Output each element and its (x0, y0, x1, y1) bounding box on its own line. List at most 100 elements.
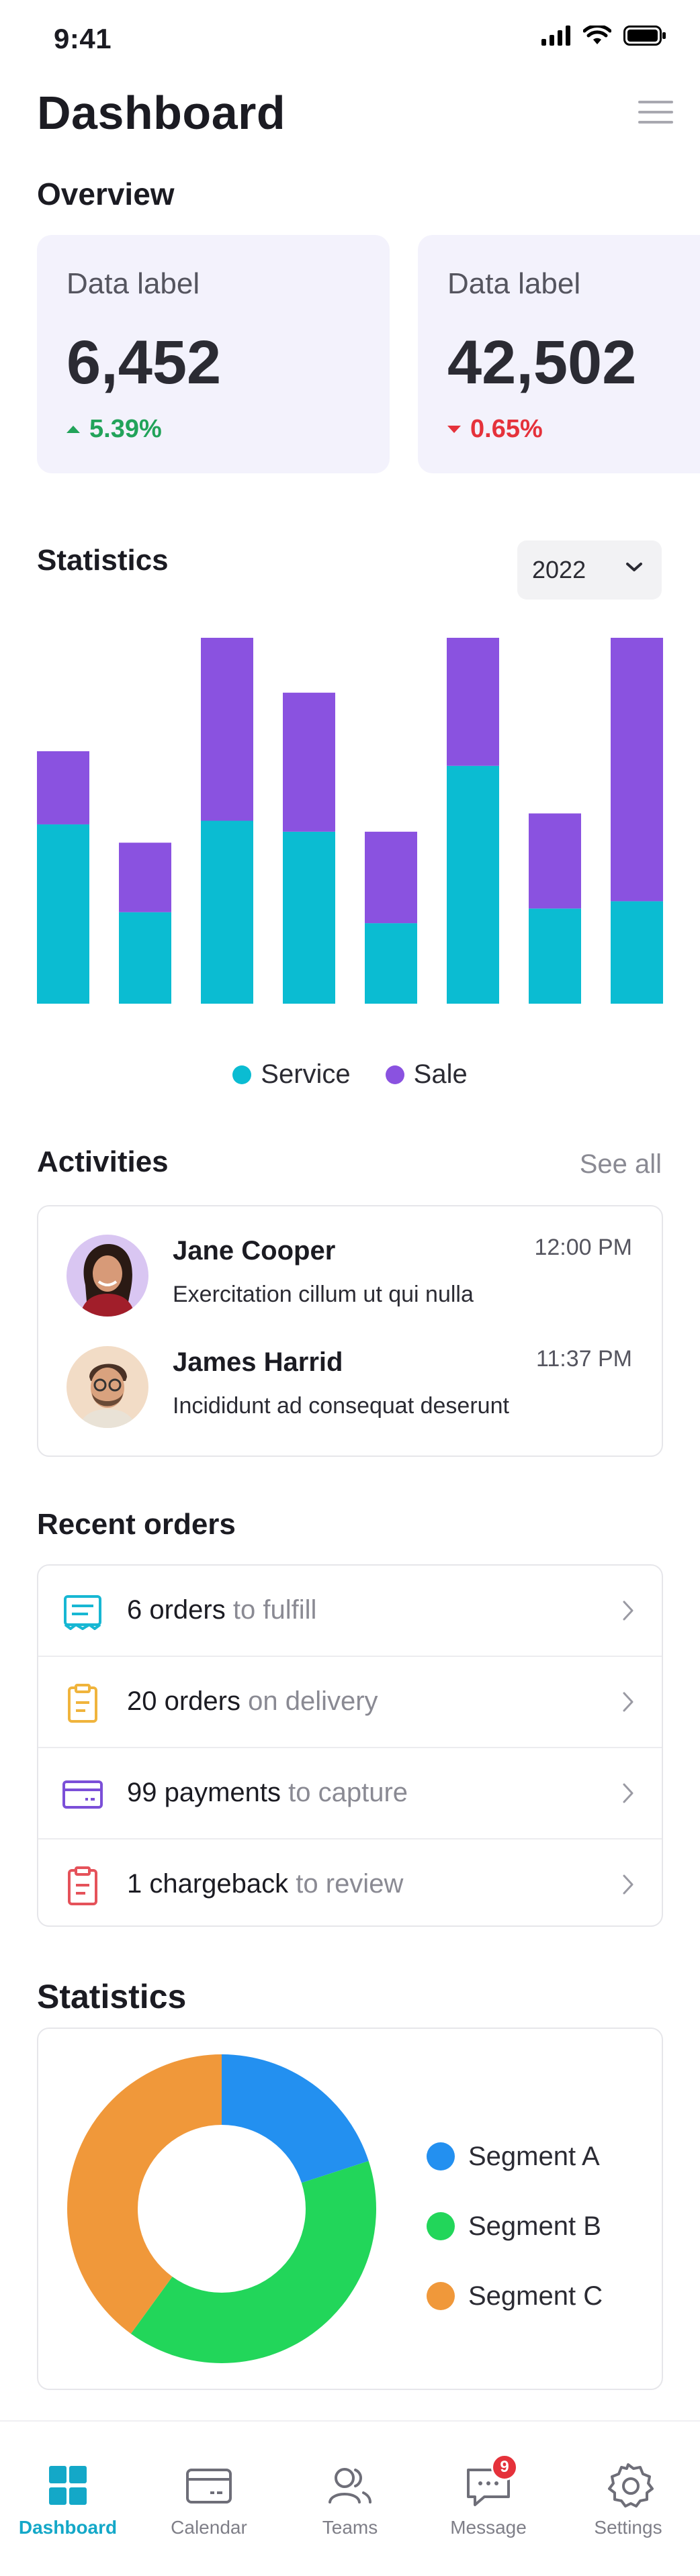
bar-service-7 (529, 908, 581, 1004)
stat-card[interactable]: Data label 42,502 0.65% (418, 235, 700, 473)
tab-message[interactable]: 9 Message (425, 2454, 552, 2538)
bar-sale-4 (283, 692, 335, 832)
bar-sale-5 (365, 831, 417, 924)
legend-label: Service (261, 1059, 351, 1089)
order-text: 99 payments to capture (127, 1778, 408, 1807)
bar-service-8 (611, 901, 663, 1004)
year-select-value: 2022 (532, 556, 586, 583)
chevron-right-icon (623, 1601, 633, 1621)
chevron-right-icon (623, 1874, 633, 1895)
legend-label: Sale (413, 1059, 468, 1089)
activities-title: Activities (37, 1145, 169, 1178)
see-all-link[interactable]: See all (580, 1149, 662, 1180)
menu-icon[interactable] (638, 101, 673, 128)
activity-text: Incididunt ad consequat deserunt (173, 1393, 509, 1419)
stat-card[interactable]: Data label 6,452 5.39% (37, 235, 390, 473)
tab-settings[interactable]: Settings (564, 2462, 692, 2538)
legend-item-sale: Sale (385, 1059, 468, 1090)
order-row-chargeback[interactable]: 1 chargeback to review (38, 1840, 662, 1931)
order-text: 1 chargeback to review (127, 1869, 404, 1899)
legend-dot (427, 2282, 455, 2310)
tab-label: Settings (594, 2517, 662, 2538)
chevron-right-icon (623, 1692, 633, 1712)
gear-icon (603, 2462, 654, 2509)
order-row-fulfill[interactable]: 6 orders to fulfill (38, 1566, 662, 1657)
order-text: 20 orders on delivery (127, 1686, 378, 1716)
activity-name: Jane Cooper (173, 1236, 336, 1266)
clipboard-icon (68, 1684, 97, 1723)
calendar-icon (183, 2462, 234, 2509)
avatar (67, 1346, 148, 1428)
activity-text: Exercitation cillum ut qui nulla (173, 1282, 474, 1307)
stat-delta-value: 5.39% (89, 415, 162, 443)
message-icon: 9 (463, 2454, 518, 2509)
year-select[interactable]: 2022 (517, 540, 662, 600)
stat-value: 6,452 (67, 328, 222, 397)
segments-title: Statistics (37, 1978, 187, 2015)
bar-service-6 (447, 765, 499, 1004)
bar-service-1 (37, 824, 89, 1004)
donut-legend: Segment A Segment B Segment C (427, 2121, 603, 2331)
bar-service-3 (201, 820, 253, 1004)
tab-label: Calendar (171, 2517, 247, 2538)
tab-label: Dashboard (18, 2517, 118, 2538)
arrow-down-icon (447, 426, 461, 433)
donut-slice-segment-a (222, 2054, 369, 2183)
arrow-up-icon (67, 426, 80, 433)
users-icon (324, 2462, 376, 2509)
activity-item[interactable]: James Harrid Incididunt ad consequat des… (38, 1331, 662, 1439)
tab-label: Teams (322, 2517, 378, 2538)
activity-name: James Harrid (173, 1347, 343, 1377)
status-time: 9:41 (54, 23, 112, 54)
tab-dashboard[interactable]: Dashboard (4, 2462, 132, 2538)
chart-legend: Service Sale (0, 1059, 700, 1090)
tab-bar: Dashboard Calendar Teams 9 Message Setti… (0, 2420, 700, 2576)
signal-icon (541, 26, 570, 46)
page-title: Dashboard (37, 87, 286, 139)
order-text: 6 orders to fulfill (127, 1595, 317, 1625)
clipboard-icon (68, 1866, 97, 1905)
notification-badge: 9 (491, 2454, 518, 2481)
legend-item-segment-c: Segment C (427, 2261, 603, 2331)
activities-card: Jane Cooper Exercitation cillum ut qui n… (37, 1205, 663, 1457)
tab-calendar[interactable]: Calendar (145, 2462, 273, 2538)
activity-time: 12:00 PM (534, 1235, 632, 1260)
legend-item-segment-b: Segment B (427, 2191, 603, 2261)
donut-chart (67, 2054, 376, 2363)
wifi-icon (583, 26, 611, 44)
legend-label: Segment C (468, 2281, 603, 2311)
stat-delta: 0.65% (447, 415, 543, 444)
legend-item-service: Service (232, 1059, 351, 1090)
bar-sale-1 (37, 751, 89, 824)
stat-delta: 5.39% (67, 415, 162, 444)
overview-title: Overview (37, 177, 175, 211)
order-row-delivery[interactable]: 20 orders on delivery (38, 1657, 662, 1748)
battery-icon (623, 26, 666, 46)
bar-sale-3 (201, 638, 253, 821)
legend-dot (427, 2212, 455, 2240)
bar-sale-2 (119, 843, 171, 912)
stat-label: Data label (447, 267, 581, 300)
tab-teams[interactable]: Teams (286, 2462, 414, 2538)
stat-delta-value: 0.65% (470, 415, 543, 443)
bar-sale-8 (611, 638, 663, 902)
bar-sale-6 (447, 638, 499, 766)
bar-chart (37, 638, 663, 1004)
legend-dot (232, 1065, 252, 1084)
bar-sale-7 (529, 813, 581, 909)
grid-icon (42, 2462, 93, 2509)
statistics-title: Statistics (37, 544, 169, 577)
stat-label: Data label (67, 267, 200, 300)
recent-orders-title: Recent orders (37, 1508, 236, 1541)
recent-orders-card: 6 orders to fulfill 20 orders on deliver… (37, 1564, 663, 1927)
legend-label: Segment B (468, 2211, 601, 2241)
activity-time: 11:37 PM (535, 1346, 632, 1372)
donut-slice-segment-b (130, 2160, 376, 2363)
legend-dot (427, 2142, 455, 2170)
order-row-payments[interactable]: 99 payments to capture (38, 1748, 662, 1840)
activity-item[interactable]: Jane Cooper Exercitation cillum ut qui n… (38, 1220, 662, 1327)
status-bar: 9:41 (0, 0, 700, 74)
bar-service-4 (283, 831, 335, 1004)
tab-label: Message (450, 2517, 527, 2538)
bar-service-5 (365, 923, 417, 1004)
